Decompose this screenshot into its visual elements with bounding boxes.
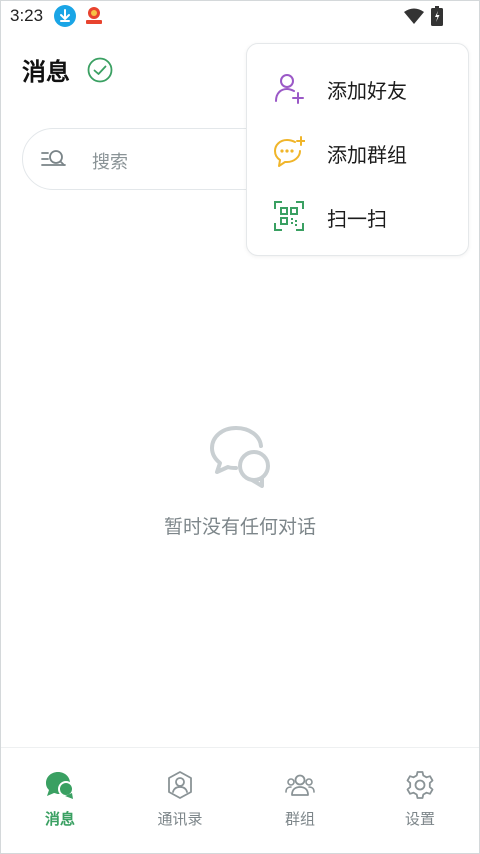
nav-tab-messages[interactable]: 消息 <box>0 748 120 854</box>
status-time: 3:23 <box>10 6 44 25</box>
empty-state-text: 暂时没有任何对话 <box>163 516 316 538</box>
messages-icon <box>45 770 75 800</box>
nav-tab-groups[interactable]: 群组 <box>240 748 360 854</box>
add-menu-popup: 添加好友 添加群组 扫一扫 <box>246 43 469 256</box>
page-title: 消息 <box>22 58 70 86</box>
menu-item-scan[interactable]: 扫一扫 <box>247 184 470 248</box>
nav-tab-contacts[interactable]: 通讯录 <box>120 748 240 854</box>
chat-bubbles-icon <box>208 424 272 488</box>
groups-icon <box>285 770 315 800</box>
status-bar: 3:23 <box>0 0 480 32</box>
bottom-nav: 消息 通讯录 群组 设置 <box>0 747 480 854</box>
qr-scan-icon <box>273 200 305 232</box>
nav-label: 消息 <box>44 810 75 828</box>
check-circle-icon <box>87 57 113 83</box>
menu-item-add-friend[interactable]: 添加好友 <box>247 56 470 120</box>
menu-item-label: 添加好友 <box>327 79 407 103</box>
menu-item-add-group[interactable]: 添加群组 <box>247 120 470 184</box>
add-friend-icon <box>273 72 305 104</box>
nav-tab-settings[interactable]: 设置 <box>360 748 480 854</box>
nav-label: 通讯录 <box>157 810 203 828</box>
search-list-icon <box>41 148 67 170</box>
contacts-icon <box>165 770 195 800</box>
add-group-chat-icon <box>273 136 306 168</box>
wifi-icon <box>404 8 424 24</box>
red-app-icon <box>83 5 105 27</box>
search-placeholder: 搜索 <box>92 152 128 173</box>
nav-label: 设置 <box>404 810 435 828</box>
download-app-icon <box>54 5 76 27</box>
menu-item-label: 添加群组 <box>327 143 407 167</box>
nav-label: 群组 <box>284 810 315 828</box>
battery-icon <box>431 6 443 26</box>
settings-icon <box>405 770 435 800</box>
menu-item-label: 扫一扫 <box>327 207 387 231</box>
